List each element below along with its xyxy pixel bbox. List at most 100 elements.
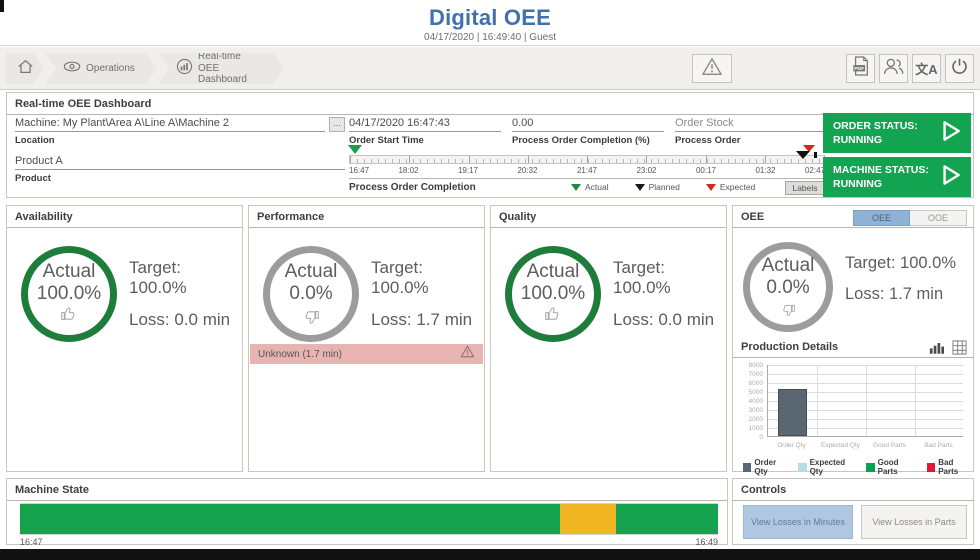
chart-view-icon[interactable] [929,341,945,359]
toolbar: Operations Real-time OEE Dashboard PDF [0,47,980,90]
machine-state-segment-running[interactable] [616,504,718,534]
eye-icon [63,61,81,76]
digital-oee-app: Digital OEE 04/17/2020 | 16:49:40 | Gues… [0,0,980,560]
legend-item: Expected [706,182,755,192]
view-losses-parts-button[interactable]: View Losses in Parts [861,505,967,539]
pdf-document-icon: PDF [852,56,870,81]
kpi-details: Target: 100.0% Loss: 0.0 min [129,258,242,342]
target-text: Target: 100.0% [613,258,726,298]
labels-button[interactable]: Labels [785,181,825,195]
app-header: Digital OEE 04/17/2020 | 16:49:40 | Gues… [0,0,980,46]
order-start-field[interactable]: 04/17/2020 16:47:43 Order Start Time [349,117,501,146]
machine-value[interactable]: Machine: My Plant\Area A\Line A\Machine … [15,117,325,132]
machine-state-segment-slowdown[interactable] [560,504,616,534]
loss-reason-row[interactable]: Unknown (1.7 min) [250,344,483,364]
card-title: Quality [491,206,726,228]
svg-text:PDF: PDF [854,66,864,72]
kpi-details: Target: 100.0% Loss: 1.7 min [845,254,956,316]
screen-artifact [0,549,980,560]
availability-card: Availability Actual 100.0% Target: 100.0… [6,205,243,472]
table-view-icon[interactable] [952,340,967,360]
machine-state-bar[interactable] [20,503,718,535]
production-details-legend: Order QtyExpected QtyGood PartsBad Parts [743,458,973,476]
timeline-tick: 23:02 [636,166,656,175]
page-title: Digital OEE [0,0,980,31]
legend-item: Good Parts [866,458,918,476]
actual-label: Actual [43,262,96,283]
planned-expected-marker-icon[interactable] [803,139,817,163]
play-icon [937,118,963,149]
target-text: Target: 100.0% [371,258,484,298]
actual-value: 0.0% [289,283,332,306]
machine-status-button[interactable]: MACHINE STATUS: RUNNING [823,157,971,197]
completion-value[interactable]: 0.00 [512,117,664,132]
machine-state-times: 16:47 16:49 [20,537,718,547]
production-details-chart: 010002000300040005000600070008000Order Q… [741,363,967,455]
breadcrumb-label: Real-time OEE Dashboard [198,51,264,86]
quality-gauge: Actual 100.0% [505,246,601,342]
order-start-value[interactable]: 04/17/2020 16:47:43 [349,117,501,132]
warning-icon [460,345,475,363]
oee-ooe-toggle: OEE OOE [853,210,967,226]
actual-label: Actual [762,256,815,277]
target-text: Target: 100.0% [845,254,956,273]
timeline-tick: 21:47 [577,166,597,175]
tab-ooe[interactable]: OOE [910,210,967,226]
machine-status-value: RUNNING [833,177,929,191]
quality-card: Quality Actual 100.0% Target: 100.0% Los… [490,205,727,472]
export-pdf-button[interactable]: PDF [846,54,875,83]
x-tick-label: Bad Parts [914,442,963,449]
breadcrumb-operations[interactable]: Operations [45,53,157,84]
machine-field[interactable]: Machine: My Plant\Area A\Line A\Machine … [15,117,325,146]
actual-marker-icon[interactable] [348,145,362,154]
breadcrumb-realtime-oee[interactable]: Real-time OEE Dashboard [158,53,284,84]
kpi-details: Target: 100.0% Loss: 1.7 min [371,258,484,342]
timeline-tick: 00:17 [696,166,716,175]
kpi-details: Target: 100.0% Loss: 0.0 min [613,258,726,342]
legend-item: Order Qty [743,458,789,476]
thumb-down-icon [780,299,796,318]
panel-title: Controls [733,479,973,501]
start-time: 16:47 [20,537,43,547]
y-tick-label: 0 [741,434,763,441]
order-status-button[interactable]: ORDER STATUS: RUNNING [823,113,971,153]
y-tick-label: 3000 [741,407,763,414]
oee-card: OEE OEE OOE Actual 0.0% Target: 100.0% L… [732,205,974,472]
target-text: Target: 100.0% [129,258,242,298]
timeline-tick: 18:02 [398,166,418,175]
oee-dashboard-icon [176,58,193,79]
view-losses-minutes-button[interactable]: View Losses in Minutes [743,505,853,539]
completion-field[interactable]: 0.00 Process Order Completion (%) [512,117,664,146]
loss-text: Loss: 1.7 min [371,310,484,330]
machine-state-segment-running[interactable] [20,504,560,534]
breadcrumb-label: Operations [86,63,135,75]
breadcrumb-home[interactable] [6,53,44,84]
timeline-footer: Process Order Completion ActualPlannedEx… [349,181,825,195]
timeline-tick: 01:32 [755,166,775,175]
language-icon: 文A [915,59,937,78]
performance-card: Performance Actual 0.0% Target: 100.0% L… [248,205,485,472]
machine-browse-button[interactable]: ... [329,117,345,132]
realtime-oee-dashboard-panel: Real-time OEE Dashboard Machine: My Plan… [6,92,974,198]
performance-gauge: Actual 0.0% [263,246,359,342]
panel-title: Real-time OEE Dashboard [7,93,973,115]
thumb-up-icon [60,305,78,326]
power-icon [950,57,969,81]
tab-oee[interactable]: OEE [853,210,910,226]
oee-gauge: Actual 0.0% [743,242,833,332]
logout-power-button[interactable] [945,54,974,83]
language-button[interactable]: 文A [912,54,941,83]
timeline-ruler[interactable] [349,155,825,164]
y-tick-label: 7000 [741,371,763,378]
product-field[interactable]: Product A Product [15,155,345,184]
y-tick-label: 1000 [741,425,763,432]
alarms-button[interactable] [692,54,732,83]
card-title: Performance [249,206,484,228]
users-button[interactable] [879,54,908,83]
product-value[interactable]: Product A [15,155,345,170]
y-tick-label: 5000 [741,389,763,396]
production-details-header: Production Details [733,338,973,358]
header-datetime-user: 04/17/2020 | 16:49:40 | Guest [0,32,980,43]
users-icon [882,57,905,80]
process-order-value[interactable]: Order Stock [675,117,825,132]
